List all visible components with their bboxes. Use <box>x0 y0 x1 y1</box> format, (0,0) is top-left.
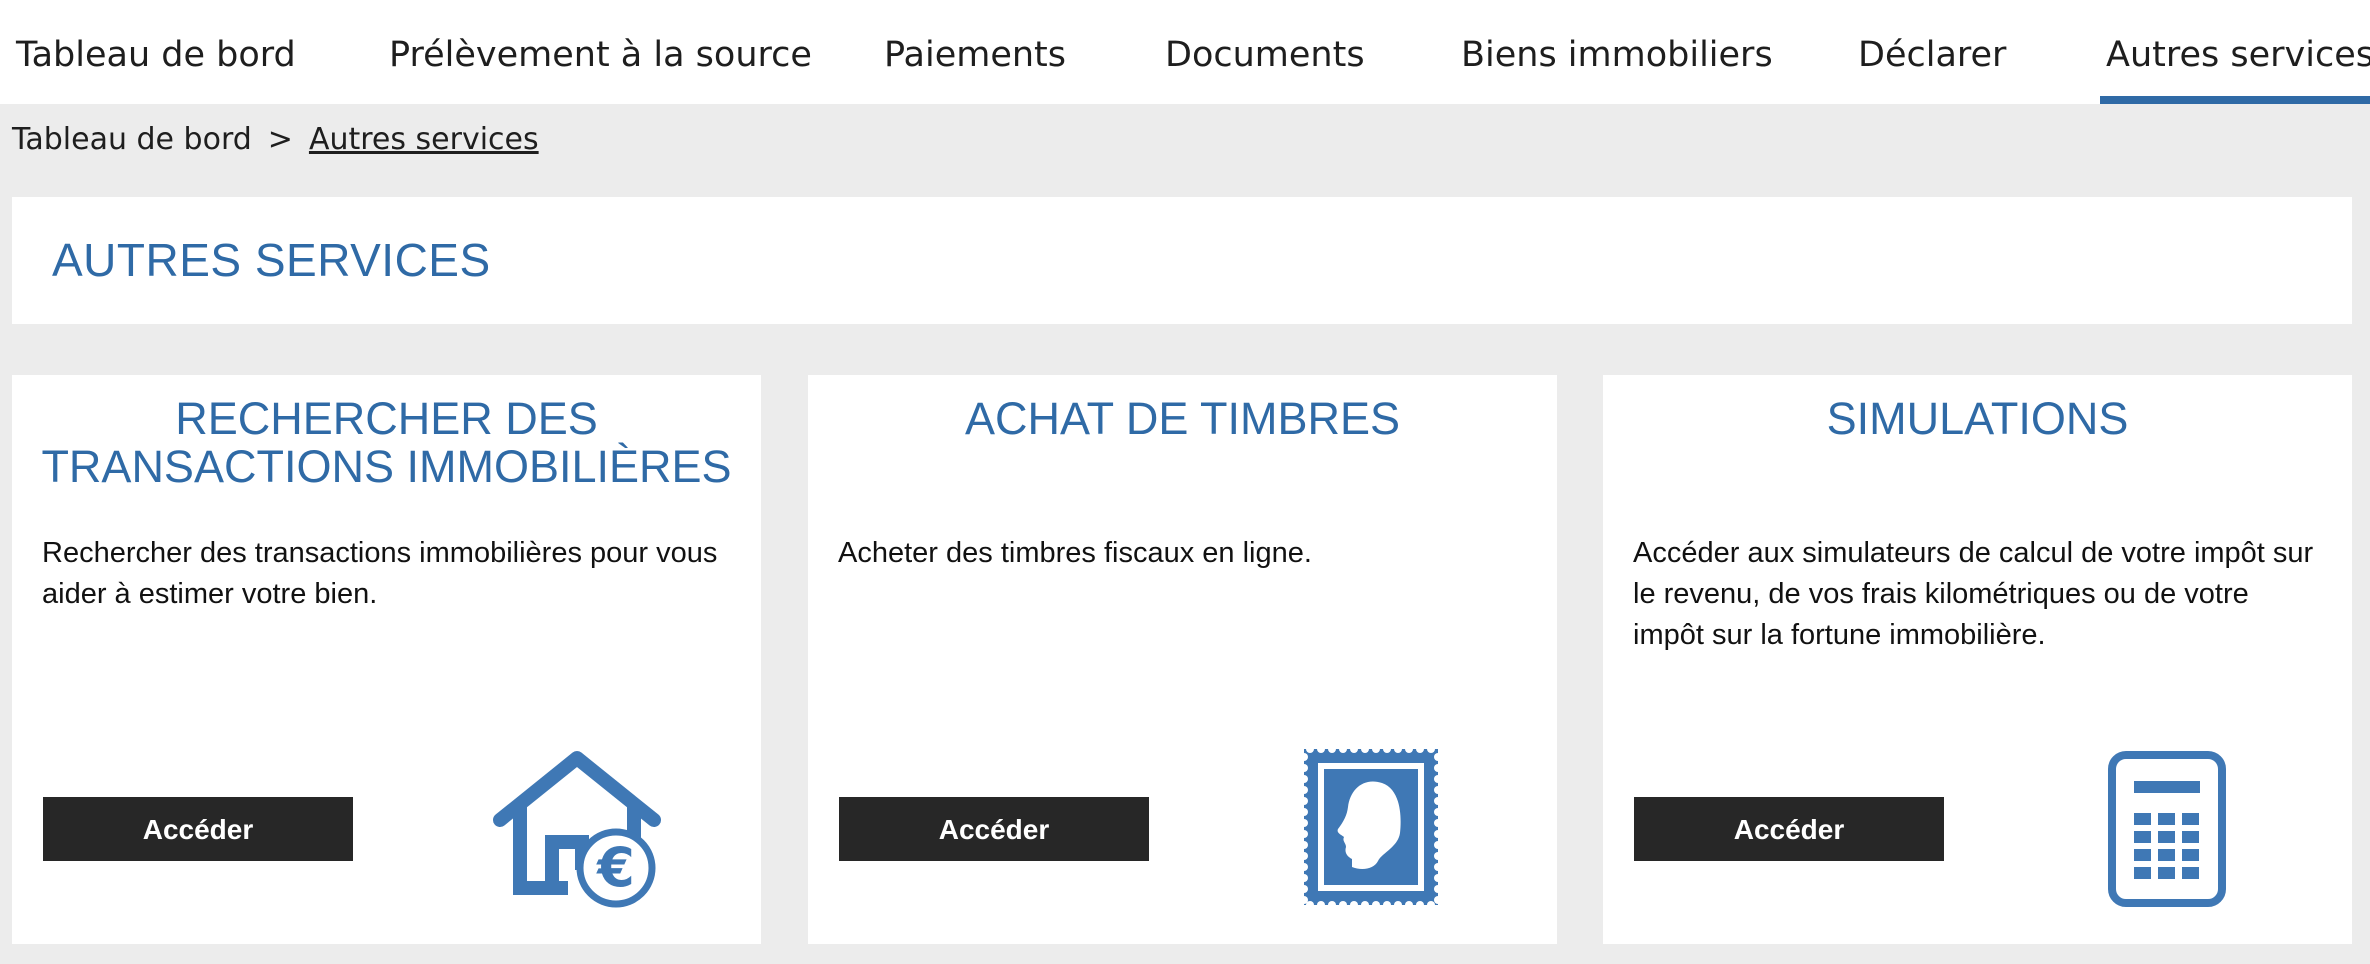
tab-prelevement-a-la-source[interactable]: Prélèvement à la source <box>389 0 812 104</box>
page-header: AUTRES SERVICES <box>12 197 2352 324</box>
top-navigation: Tableau de bord Prélèvement à la source … <box>0 0 2370 104</box>
card-title: ACHAT DE TIMBRES <box>964 393 1401 444</box>
acceder-button[interactable]: Accéder <box>43 797 353 861</box>
breadcrumb-separator: > <box>267 122 293 157</box>
card-description: Acheter des timbres fiscaux en ligne. <box>838 537 1312 569</box>
tab-documents[interactable]: Documents <box>1165 0 1365 104</box>
calculator-icon <box>2108 751 2226 912</box>
tab-biens-immobiliers[interactable]: Biens immobiliers <box>1461 0 1773 104</box>
card-transactions-immobilieres: RECHERCHER DES TRANSACTIONS IMMOBILIÈRES… <box>12 375 761 944</box>
card-description: Rechercher des transactions immobilières… <box>42 537 718 610</box>
breadcrumb-link-tableau-de-bord[interactable]: Tableau de bord <box>12 122 252 157</box>
stamp-icon <box>1300 745 1442 910</box>
page-title: AUTRES SERVICES <box>52 234 491 286</box>
tab-tableau-de-bord[interactable]: Tableau de bord <box>16 0 296 104</box>
tab-paiements[interactable]: Paiements <box>884 0 1066 104</box>
breadcrumb: Tableau de bord > Autres services <box>12 122 539 157</box>
card-simulations: SIMULATIONS Accéder aux simulateurs de c… <box>1603 375 2352 944</box>
breadcrumb-current[interactable]: Autres services <box>309 122 539 157</box>
tab-declarer[interactable]: Déclarer <box>1858 0 2006 104</box>
card-title: SIMULATIONS <box>1826 393 2129 444</box>
card-title: RECHERCHER DES TRANSACTIONS IMMOBILIÈRES <box>41 393 732 492</box>
house-euro-icon: € <box>492 750 662 915</box>
acceder-button[interactable]: Accéder <box>1634 797 1944 861</box>
acceder-button[interactable]: Accéder <box>839 797 1149 861</box>
card-achat-de-timbres: ACHAT DE TIMBRES Acheter des timbres fis… <box>808 375 1557 944</box>
svg-text:€: € <box>595 836 635 899</box>
tab-autres-services[interactable]: Autres services <box>2100 0 2370 104</box>
card-description: Accéder aux simulateurs de calcul de vot… <box>1633 537 2314 651</box>
